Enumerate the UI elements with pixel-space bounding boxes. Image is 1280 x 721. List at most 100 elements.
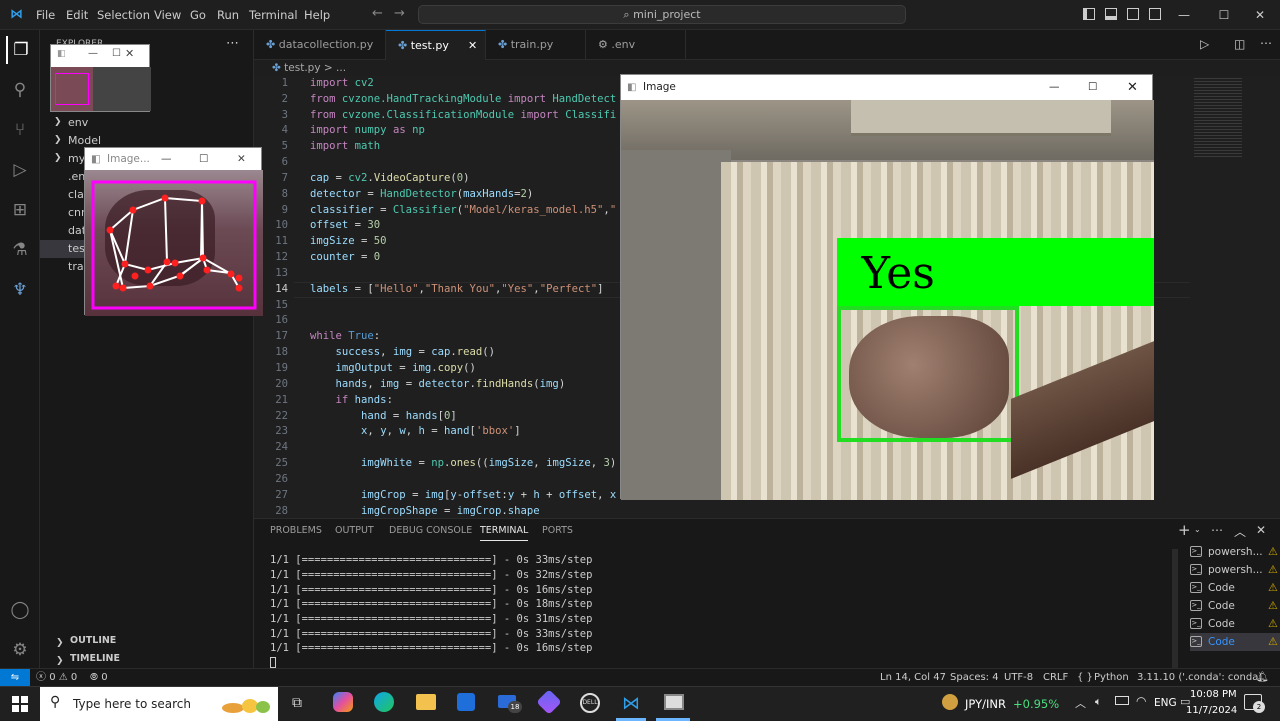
line-endings[interactable]: CRLF: [1043, 669, 1068, 687]
toggle-panel-icon[interactable]: [1105, 8, 1117, 20]
problems-indicator[interactable]: ⓧ 0 ⚠ 0: [36, 669, 77, 687]
terminal-scrollbar[interactable]: [1172, 549, 1178, 669]
toggle-secondary-sidebar-icon[interactable]: [1127, 8, 1139, 20]
clock-time[interactable]: 10:08 PM: [1190, 689, 1237, 700]
sidebar-item-env-file[interactable]: .en: [68, 168, 85, 186]
close-button[interactable]: ✕: [1240, 0, 1280, 30]
timeline-section[interactable]: TIMELINE: [70, 653, 120, 664]
maximize-panel-icon[interactable]: ︿: [1234, 523, 1246, 540]
terminal-list-item[interactable]: >_ powersh... ⚠: [1190, 543, 1280, 561]
battery-icon[interactable]: [1115, 696, 1129, 705]
new-terminal-icon[interactable]: +: [1178, 521, 1191, 539]
ticker-change[interactable]: +0.95%: [1013, 697, 1059, 711]
mail-icon[interactable]: 18: [498, 693, 522, 713]
close-panel-icon[interactable]: ✕: [1256, 523, 1266, 537]
more-actions-icon[interactable]: ⋯: [1260, 36, 1272, 50]
bell-icon[interactable]: 🔔︎: [1256, 669, 1269, 687]
customize-layout-icon[interactable]: [1149, 8, 1161, 20]
tab-debug-console[interactable]: DEBUG CONSOLE: [389, 525, 472, 536]
wifi-icon[interactable]: ◠: [1136, 694, 1146, 708]
source-control-icon[interactable]: ⑂: [6, 116, 34, 144]
menu-help[interactable]: Help: [304, 0, 330, 30]
language-mode[interactable]: Python: [1094, 669, 1129, 687]
run-file-icon[interactable]: ▷: [1200, 37, 1209, 51]
image-output-window[interactable]: ◧ Image — ☐ ✕ Yes: [620, 74, 1154, 500]
menu-terminal[interactable]: Terminal: [249, 0, 298, 30]
input-language[interactable]: ENG: [1154, 697, 1177, 709]
indentation[interactable]: Spaces: 4: [950, 669, 999, 687]
command-center[interactable]: ⌕ mini_project: [418, 5, 906, 24]
maximize-button[interactable]: ☐: [1088, 75, 1097, 100]
dell-icon[interactable]: DELL: [580, 693, 600, 713]
maximize-button[interactable]: ☐: [1204, 0, 1244, 30]
ports-indicator[interactable]: ⦾ 0: [90, 669, 108, 687]
edge-browser-icon[interactable]: [374, 692, 394, 712]
menu-go[interactable]: Go: [190, 0, 206, 30]
split-editor-icon[interactable]: ◫: [1234, 37, 1245, 51]
menu-selection[interactable]: Selection: [97, 0, 150, 30]
image-crop-window[interactable]: ◧ Image... — ☐ ✕: [84, 147, 263, 316]
python-interpreter[interactable]: 3.11.10 ('.conda': conda): [1137, 669, 1262, 687]
close-button[interactable]: ✕: [1127, 75, 1138, 100]
breadcrumb-rest[interactable]: > ...: [324, 62, 346, 74]
remote-indicator-icon[interactable]: ⇋: [0, 669, 30, 687]
menu-view[interactable]: View: [154, 0, 181, 30]
manage-gear-icon[interactable]: ⚙: [6, 636, 34, 664]
menu-edit[interactable]: Edit: [66, 0, 88, 30]
more-actions-icon[interactable]: ⋯: [226, 36, 239, 51]
vscode-taskbar-icon[interactable]: ⋈: [622, 693, 640, 714]
back-arrow-icon[interactable]: ←: [372, 6, 383, 21]
sidebar-item-env[interactable]: env: [68, 114, 88, 132]
tab-train[interactable]: ✤ train.py: [486, 30, 586, 60]
copilot-icon[interactable]: [333, 692, 353, 712]
cursor-position[interactable]: Ln 14, Col 47: [880, 669, 946, 687]
run-debug-icon[interactable]: ▷: [6, 156, 34, 184]
sidebar-item-my[interactable]: my: [68, 150, 85, 168]
terminal-list-item[interactable]: >_ Code ⚠: [1190, 597, 1280, 615]
menu-file[interactable]: File: [36, 0, 55, 30]
tab-test[interactable]: ✤ test.py ✕: [386, 30, 486, 60]
more-actions-icon[interactable]: ⋯: [1211, 523, 1223, 537]
tab-ports[interactable]: PORTS: [542, 525, 573, 536]
close-tab-icon[interactable]: ✕: [468, 31, 477, 61]
minimize-button[interactable]: —: [88, 48, 98, 59]
terminal-list-item[interactable]: >_ Code ⚠: [1190, 615, 1280, 633]
task-view-icon[interactable]: ⧉: [292, 695, 302, 711]
minimize-button[interactable]: —: [1049, 75, 1060, 100]
sidebar-item-tes[interactable]: tes: [68, 240, 85, 258]
extensions-icon[interactable]: ⊞: [6, 196, 34, 224]
encoding[interactable]: UTF-8: [1004, 669, 1033, 687]
app-icon[interactable]: [536, 689, 562, 715]
taskbar-search-box[interactable]: ⚲ Type here to search: [40, 687, 278, 721]
terminal-list-item-active[interactable]: >_ Code ⚠: [1190, 633, 1280, 651]
breadcrumb-file[interactable]: test.py: [284, 62, 320, 74]
explorer-icon[interactable]: ❐: [6, 36, 34, 64]
image-window-taskbar-icon[interactable]: [664, 694, 684, 710]
forward-arrow-icon[interactable]: →: [394, 6, 405, 21]
minimize-button[interactable]: —: [1164, 0, 1204, 30]
search-icon[interactable]: ⚲: [6, 76, 34, 104]
minimap[interactable]: [1190, 76, 1280, 518]
clock-date[interactable]: 11/7/2024: [1186, 705, 1237, 716]
notification-icon[interactable]: 2: [1244, 694, 1265, 713]
file-explorer-icon[interactable]: [416, 694, 436, 710]
tab-problems[interactable]: PROBLEMS: [270, 525, 322, 536]
windows-start-icon[interactable]: [12, 696, 28, 712]
maximize-button[interactable]: ☐: [199, 148, 208, 170]
tab-datacollection[interactable]: ✤ datacollection.py: [254, 30, 386, 60]
close-button[interactable]: ✕: [125, 47, 134, 60]
terminal-list-item[interactable]: >_ powersh... ⚠: [1190, 561, 1280, 579]
chevron-up-icon[interactable]: ︿: [1075, 695, 1086, 711]
tab-output[interactable]: OUTPUT: [335, 525, 374, 536]
volume-icon[interactable]: 🔈︎: [1095, 695, 1102, 709]
store-icon[interactable]: [457, 693, 475, 711]
tab-terminal[interactable]: TERMINAL: [480, 525, 529, 541]
testing-icon[interactable]: ⚗: [6, 236, 34, 264]
maximize-button[interactable]: ☐: [112, 48, 121, 59]
python-icon[interactable]: ♆: [6, 276, 34, 304]
ticker-symbol[interactable]: JPY/INR: [965, 697, 1006, 711]
taskbar-thumbnail-window[interactable]: ◧ — ☐ ✕: [50, 44, 151, 112]
minimize-button[interactable]: —: [161, 148, 172, 170]
outline-section[interactable]: OUTLINE: [70, 635, 116, 646]
chevron-down-icon[interactable]: ⌄: [1194, 525, 1201, 534]
